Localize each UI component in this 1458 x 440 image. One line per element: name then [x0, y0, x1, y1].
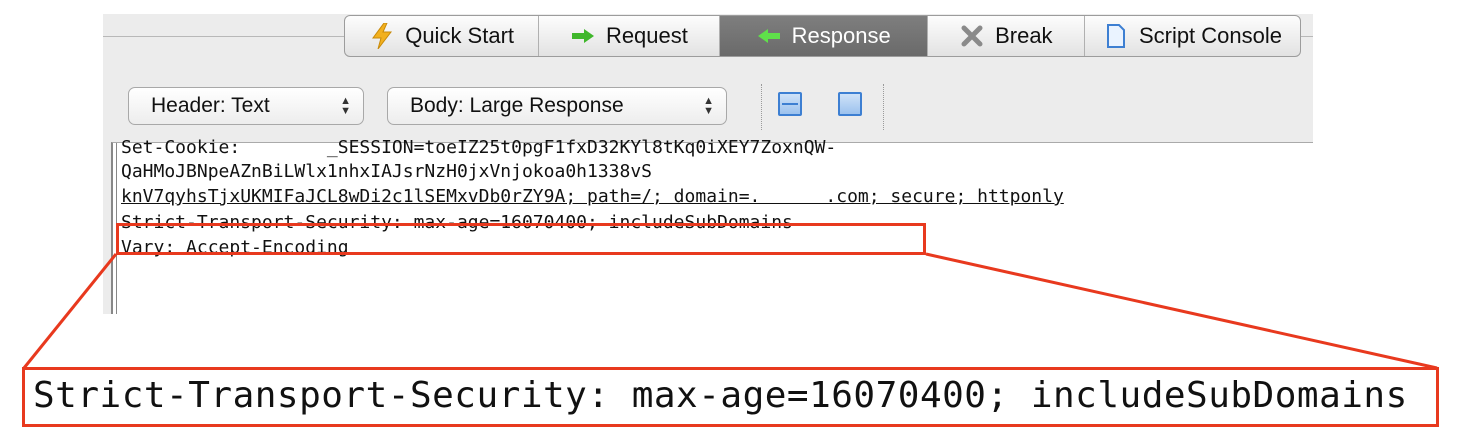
- x-icon: [959, 23, 985, 49]
- tab-label: Response: [791, 23, 891, 48]
- header-line: QaHMoJBNpeAZnBiLWlx1nhxIAJsrNzH0jxVnjoko…: [121, 161, 653, 182]
- proxy-app-window: Quick Start Request Response Break Scrip…: [103, 14, 1313, 314]
- header-line: Set-Cookie: _SESSION=toeIZ25t0pgF1fxD32K…: [121, 137, 837, 158]
- arrow-left-icon: [756, 23, 782, 49]
- tab-break[interactable]: Break: [928, 16, 1085, 56]
- lightning-icon: [369, 23, 395, 49]
- tab-script-console[interactable]: Script Console: [1085, 16, 1300, 56]
- zoomed-header-text: Strict-Transport-Security: max-age=16070…: [33, 375, 1408, 416]
- tab-label: Script Console: [1138, 23, 1283, 48]
- tab-response[interactable]: Response: [719, 16, 928, 56]
- toolbar-separator: [761, 84, 762, 130]
- tab-label: Break: [995, 23, 1053, 48]
- body-format-select[interactable]: Body: Large Response ▲ ▼: [387, 87, 727, 125]
- body-format-value: Body: Large Response: [410, 94, 624, 117]
- header-format-select[interactable]: Header: Text ▲ ▼: [128, 87, 364, 125]
- split-layout-icon[interactable]: [778, 92, 802, 116]
- select-arrows-icon: ▲ ▼: [340, 95, 351, 117]
- viewer-toolbar: Header: Text ▲ ▼ Body: Large Response ▲ ▼: [103, 80, 1313, 134]
- highlight-box: [116, 223, 926, 255]
- header-format-value: Header: Text: [151, 94, 270, 117]
- tab-request[interactable]: Request: [539, 16, 720, 56]
- document-icon: [1103, 23, 1129, 49]
- tab-bar: Quick Start Request Response Break Scrip…: [344, 15, 1301, 57]
- tab-label: Request: [605, 23, 688, 48]
- tab-quick-start[interactable]: Quick Start: [345, 16, 540, 56]
- toolbar-separator: [883, 84, 884, 130]
- arrow-right-icon: [570, 23, 596, 49]
- select-arrows-icon: ▲ ▼: [703, 95, 714, 117]
- tab-label: Quick Start: [405, 23, 515, 48]
- single-layout-icon[interactable]: [838, 92, 862, 116]
- header-line: knV7qyhsTjxUKMIFaJCL8wDi2c1lSEMxvDb0rZY9…: [121, 186, 1064, 207]
- zoomed-highlight-callout: Strict-Transport-Security: max-age=16070…: [22, 367, 1439, 427]
